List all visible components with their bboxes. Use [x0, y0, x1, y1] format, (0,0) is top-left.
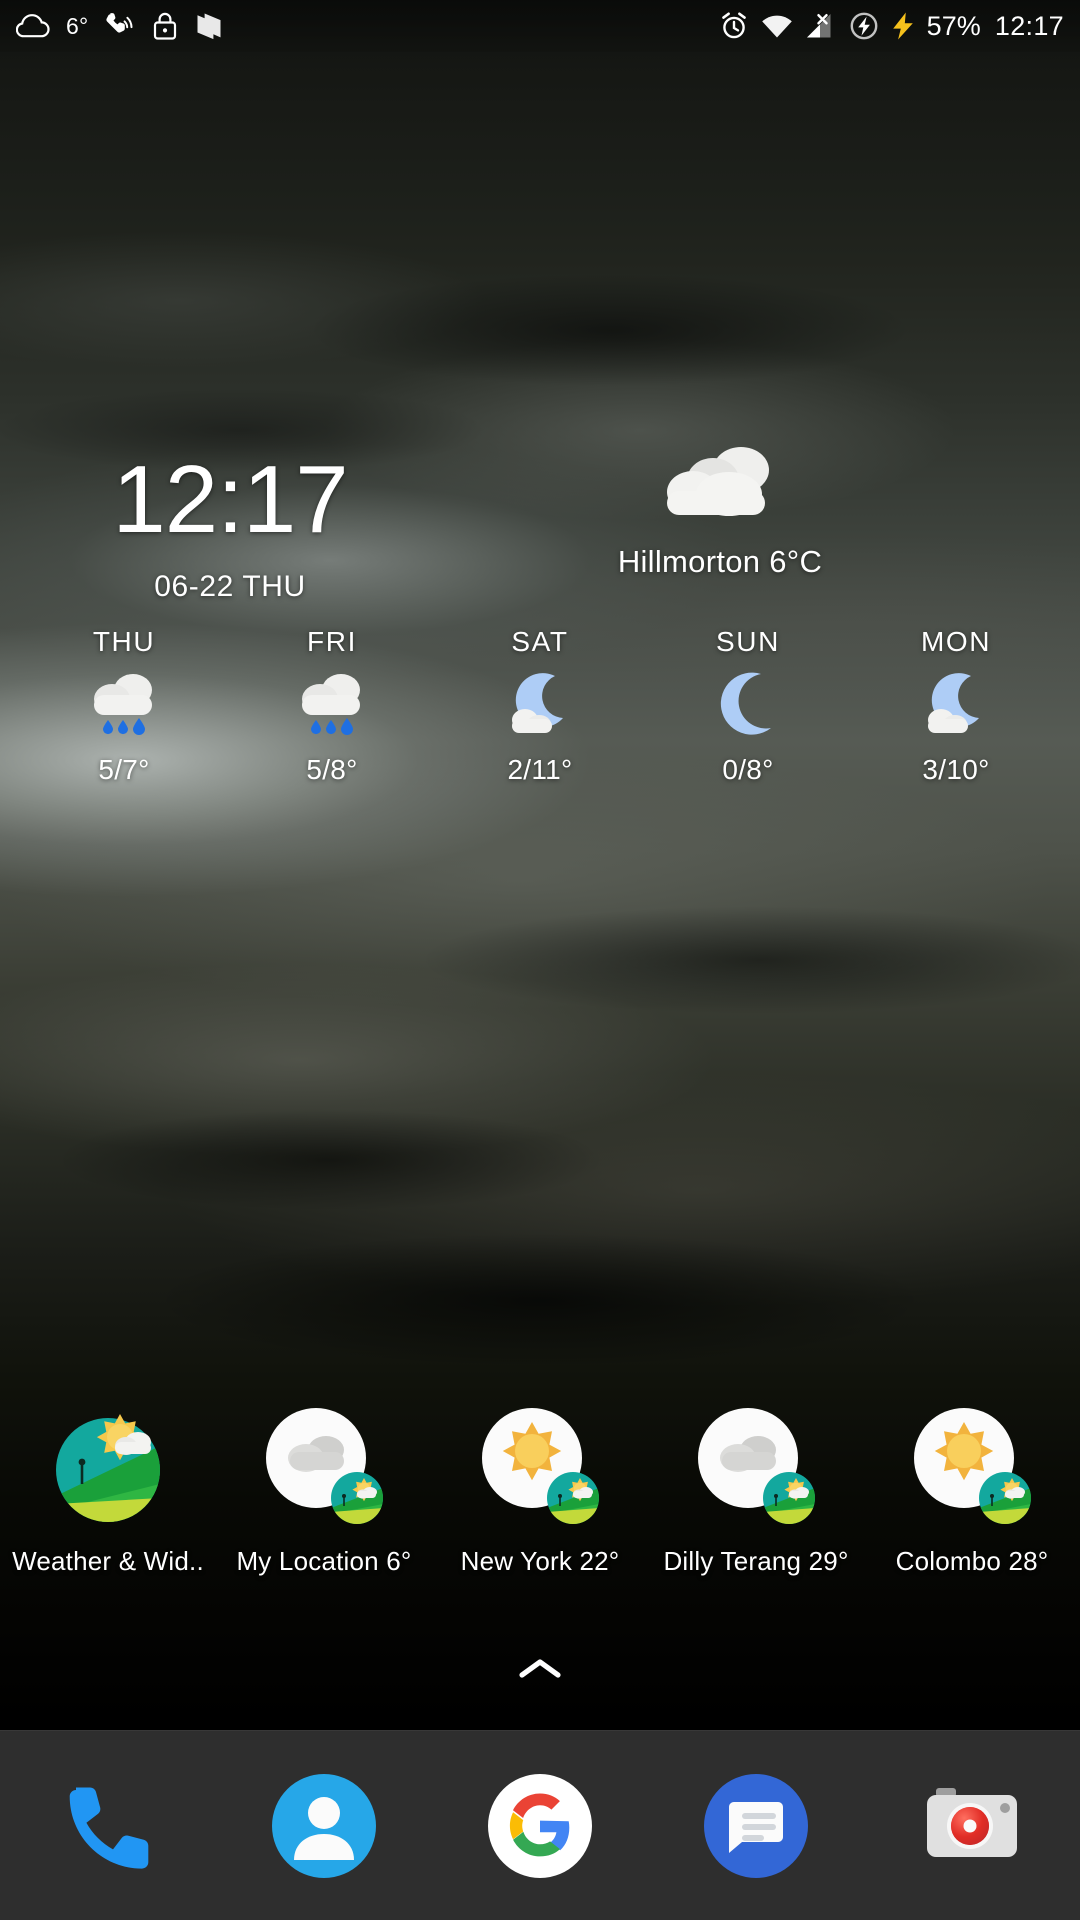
- app-label: Dilly Terang 29°: [663, 1546, 849, 1576]
- status-bar-left: 6°: [16, 10, 719, 42]
- phone-icon[interactable]: [50, 1768, 166, 1884]
- moon-cloudy-icon: [913, 668, 999, 746]
- weather-shortcut-cloudy-icon[interactable]: [690, 1400, 822, 1532]
- forecast-day[interactable]: FRI 5/8°: [228, 626, 436, 786]
- dock-item-camera[interactable]: [864, 1768, 1080, 1884]
- forecast-day-temps: 2/11°: [507, 754, 573, 785]
- app-icon-row: Weather & Wid.. My Location 6° New York …: [0, 1400, 1080, 1577]
- rain-icon: [81, 668, 167, 746]
- app-shortcut[interactable]: My Location 6°: [216, 1400, 432, 1577]
- status-bar-clock: 12:17: [994, 10, 1064, 41]
- moon-icon: [705, 668, 791, 746]
- forecast-day-name: SUN: [716, 626, 780, 657]
- forecast-day-name: SAT: [511, 626, 569, 657]
- dock-item-phone[interactable]: [0, 1768, 216, 1884]
- messages-icon[interactable]: [698, 1768, 814, 1884]
- current-weather-cloudy-icon: [645, 436, 795, 528]
- forecast-day-name: MON: [920, 626, 992, 657]
- weather-clock-widget[interactable]: 12:17 06-22 THU Hillmorton 6°C THU 5/7° …: [0, 430, 1080, 786]
- widget-clock[interactable]: 12:17: [60, 452, 400, 548]
- moon-cloudy-icon: [497, 668, 583, 746]
- dock-item-google[interactable]: [432, 1768, 648, 1884]
- status-bar[interactable]: 6° 57% 12:17: [0, 0, 1080, 52]
- cloud-icon: [16, 13, 50, 39]
- app-shortcut[interactable]: Colombo 28°: [864, 1400, 1080, 1577]
- wifi-icon: [761, 13, 793, 39]
- phone-ring-icon: [104, 10, 136, 42]
- battery-percentage: 57%: [926, 10, 981, 41]
- wallpaper: [0, 0, 1080, 1920]
- forecast-day-name: THU: [92, 626, 156, 657]
- charging-bolt-icon: [891, 11, 915, 41]
- app-shortcut[interactable]: Dilly Terang 29°: [648, 1400, 864, 1577]
- weather-shortcut-sunny-icon[interactable]: [474, 1400, 606, 1532]
- forecast-day-temps: 3/10°: [922, 754, 990, 785]
- forecast-day[interactable]: THU 5/7°: [20, 626, 228, 786]
- forecast-day-temps: 5/8°: [306, 754, 358, 785]
- weather-shortcut-sunny-icon[interactable]: [906, 1400, 1038, 1532]
- cellular-signal-off-icon: [805, 12, 837, 40]
- widget-date[interactable]: 06-22 THU: [60, 570, 400, 604]
- data-saver-icon: [849, 11, 879, 41]
- home-screen: 6° 57% 12:17 12:17 06-22 THU Hillmorton …: [0, 0, 1080, 1920]
- dock-item-messages[interactable]: [648, 1768, 864, 1884]
- app-label: My Location 6°: [236, 1546, 412, 1576]
- location-column[interactable]: Hillmorton 6°C: [400, 430, 1040, 580]
- app-shortcut[interactable]: Weather & Wid..: [0, 1400, 216, 1577]
- widget-location-temp[interactable]: Hillmorton 6°C: [618, 544, 822, 580]
- camera-icon[interactable]: [914, 1768, 1030, 1884]
- weather-widgets-app-icon[interactable]: [42, 1400, 174, 1532]
- alarm-icon: [719, 11, 749, 41]
- weather-shortcut-cloudy-icon[interactable]: [258, 1400, 390, 1532]
- status-bar-right: 57% 12:17: [719, 11, 1064, 42]
- app-label: Weather & Wid..: [12, 1546, 204, 1576]
- forecast-day-temps: 0/8°: [722, 754, 774, 785]
- dock: [0, 1730, 1080, 1920]
- google-g-icon[interactable]: [482, 1768, 598, 1884]
- app-label: New York 22°: [460, 1546, 620, 1576]
- status-temperature: 6°: [66, 12, 89, 39]
- chevron-up-icon: [519, 1659, 561, 1678]
- forecast-day-temps: 5/7°: [98, 754, 150, 785]
- forecast-day-name: FRI: [307, 626, 357, 657]
- lock-icon: [152, 11, 178, 41]
- dock-item-contacts[interactable]: [216, 1768, 432, 1884]
- nougat-icon: [194, 11, 224, 41]
- app-label: Colombo 28°: [895, 1546, 1049, 1576]
- forecast-day[interactable]: SAT 2/11°: [436, 626, 644, 786]
- rain-icon: [289, 668, 375, 746]
- forecast-day[interactable]: SUN 0/8°: [644, 626, 852, 786]
- contacts-icon[interactable]: [266, 1768, 382, 1884]
- forecast-row: THU 5/7° FRI 5/8° SAT 2/11° SUN 0/8° MON…: [0, 626, 1080, 786]
- forecast-day[interactable]: MON 3/10°: [852, 626, 1060, 786]
- widget-top-row: 12:17 06-22 THU Hillmorton 6°C: [0, 430, 1080, 604]
- app-shortcut[interactable]: New York 22°: [432, 1400, 648, 1577]
- clock-column[interactable]: 12:17 06-22 THU: [60, 430, 400, 604]
- app-drawer-handle[interactable]: [0, 1655, 1080, 1685]
